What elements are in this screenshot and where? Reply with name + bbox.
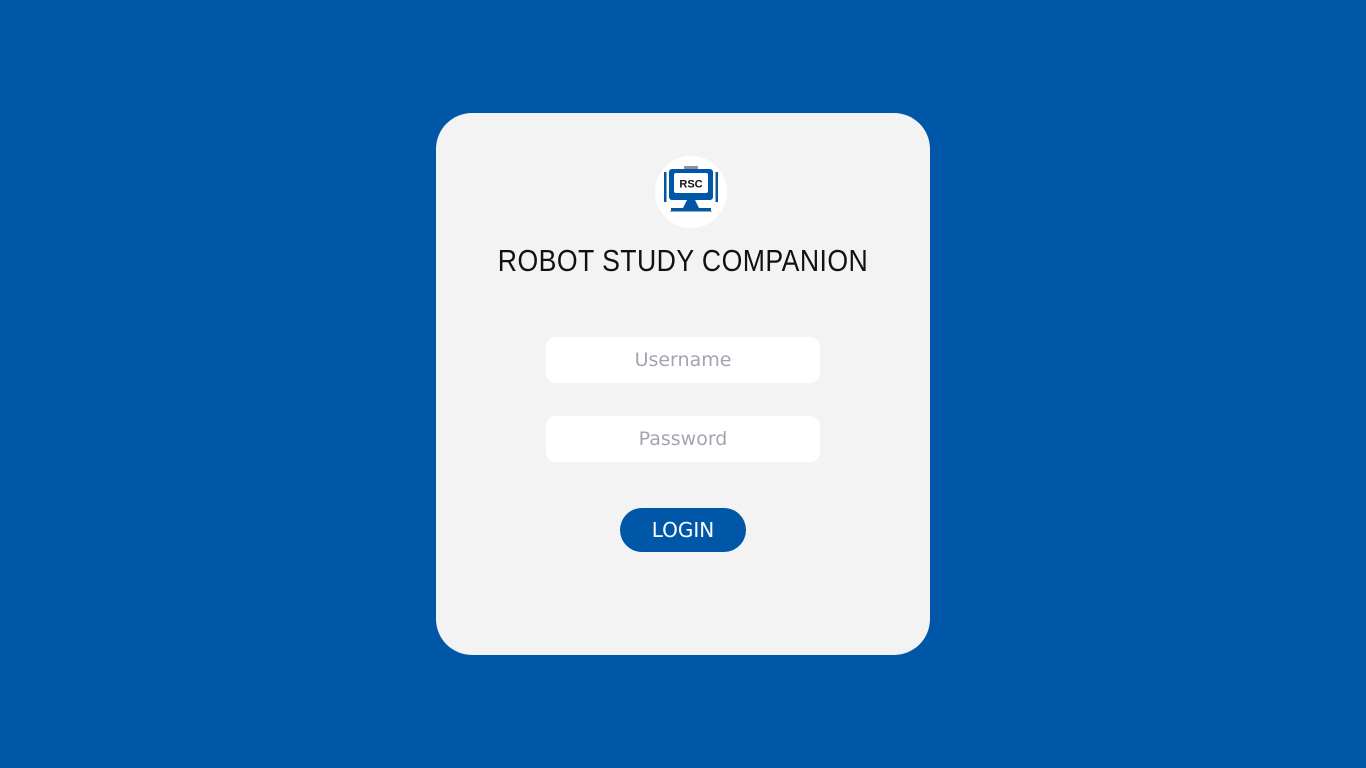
app-title: ROBOT STUDY COMPANION — [497, 243, 869, 278]
logo: RSC — [655, 156, 727, 228]
username-input[interactable] — [546, 337, 820, 383]
logo-text: RSC — [679, 179, 702, 191]
robot-monitor-icon: RSC — [664, 166, 718, 212]
login-card: RSC ROBOT STUDY COMPANION LOGIN — [436, 113, 930, 655]
password-input[interactable] — [546, 416, 820, 462]
login-button[interactable]: LOGIN — [620, 508, 746, 552]
